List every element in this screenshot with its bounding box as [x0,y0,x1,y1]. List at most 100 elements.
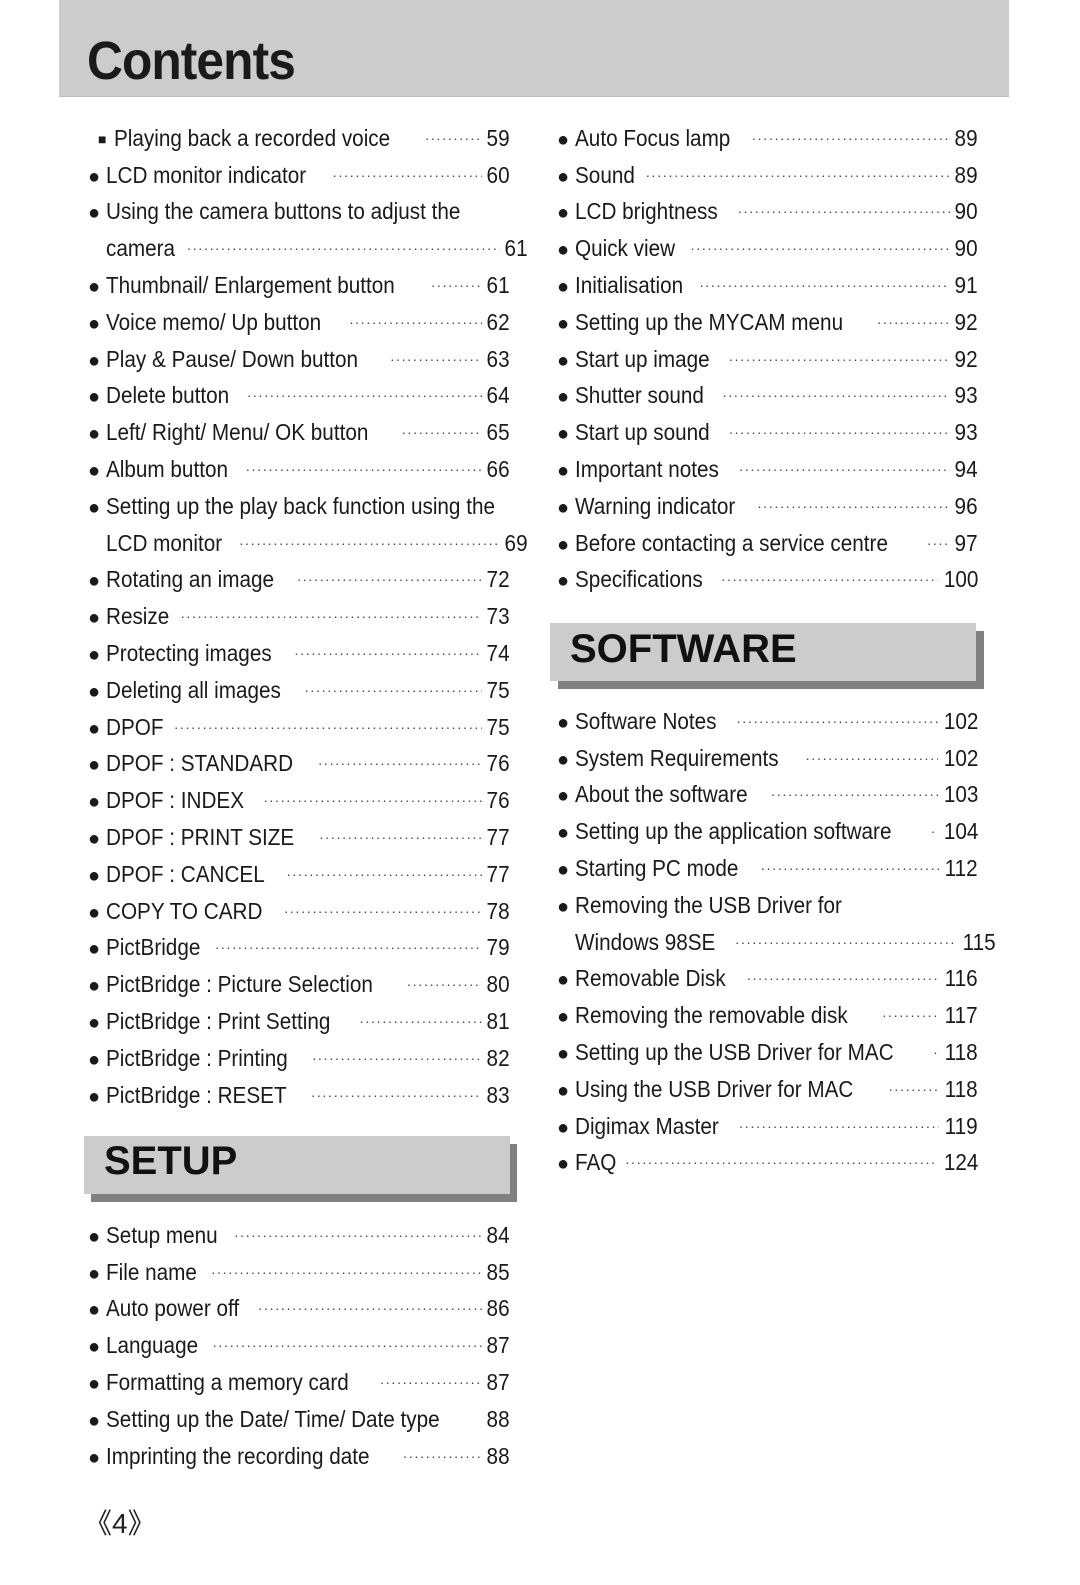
toc-entry[interactable]: ●Removing the removable disk 117 [557,997,978,1034]
toc-entry[interactable]: ●Language 87 [88,1327,510,1364]
toc-entry[interactable]: ●Shutter sound 93 [557,378,978,415]
leader-dots [877,314,951,330]
toc-entry[interactable]: ●System Requirements 102 [557,740,978,777]
toc-entry[interactable]: ●Warning indicator 96 [557,488,978,525]
toc-entry[interactable]: ●PictBridge : Printing 82 [88,1040,510,1077]
toc-entry[interactable]: ●Auto Focus lamp 89 [557,120,978,157]
leader-dots [332,167,482,183]
toc-entry[interactable]: ●Imprinting the recording date 88 [88,1438,510,1475]
circle-bullet-icon: ● [557,570,570,593]
toc-entry[interactable]: ●Starting PC mode 112 [557,850,978,887]
toc-entry[interactable]: ●Initialisation 91 [557,267,978,304]
toc-entry[interactable]: ●Setting up the MYCAM menu 92 [557,304,978,341]
toc-entry[interactable]: ●DPOF : PRINT SIZE 77 [88,819,510,856]
circle-bullet-icon: ● [88,644,101,667]
toc-entry[interactable]: ●PictBridge : RESET 83 [88,1077,510,1114]
toc-entry[interactable]: ●Rotating an image 72 [88,562,510,599]
circle-bullet-icon: ● [88,864,101,887]
circle-bullet-icon: ● [557,895,570,918]
toc-entry[interactable]: ●LCD brightness 90 [557,194,978,231]
square-bullet-icon: ■ [98,130,107,147]
leader-dots [481,1411,483,1427]
toc-entry-page: 92 [954,345,978,372]
toc-entry[interactable]: ■ Playing back a recorded voice 59 [88,120,510,157]
toc-entry[interactable]: ●Album button 66 [88,451,510,488]
circle-bullet-icon: ● [557,1079,570,1102]
toc-entry-label: Setting up the USB Driver for MAC [575,1039,894,1066]
toc-entry[interactable]: ●Using the USB Driver for MAC 118 [557,1071,978,1108]
circle-bullet-icon: ● [557,859,570,882]
leader-dots [319,829,482,845]
toc-entry[interactable]: ●Setting up the USB Driver for MAC 118 [557,1034,978,1071]
toc-entry[interactable]: ●Start up image 92 [557,341,978,378]
toc-entry[interactable]: ●Setup menu 84 [88,1217,510,1254]
toc-entry[interactable]: ●DPOF : INDEX 76 [88,782,510,819]
toc-entry[interactable]: ●Deleting all images 75 [88,672,510,709]
toc-entry-label: Setting up the application software [575,818,892,845]
circle-bullet-icon: ● [557,349,570,372]
toc-entry-page: 94 [954,456,978,483]
toc-entry[interactable]: ●Before contacting a service centre 97 [557,525,978,562]
toc-entry[interactable]: ●Thumbnail/ Enlargement button 61 [88,267,510,304]
toc-entry[interactable]: ●FAQ 124 [557,1145,978,1182]
leader-dots [738,203,951,219]
toc-entry[interactable]: ●Resize 73 [88,598,510,635]
toc-entry[interactable]: ●COPY TO CARD 78 [88,893,510,930]
leader-dots [927,535,951,551]
toc-entry[interactable]: ●DPOF : STANDARD 76 [88,746,510,783]
toc-entry[interactable]: ●LCD monitor indicator 60 [88,157,510,194]
toc-entry[interactable]: Windows 98SE 115 [557,924,996,961]
toc-entry[interactable]: ●Removable Disk 116 [557,961,978,998]
toc-entry-label: Initialisation [575,272,684,299]
toc-entry-label: File name [106,1258,197,1285]
circle-bullet-icon: ● [557,711,570,734]
toc-entry-label: DPOF : PRINT SIZE [106,824,295,851]
toc-entry[interactable]: ●Software Notes 102 [557,703,978,740]
toc-entry[interactable]: ●Formatting a memory card 87 [88,1364,510,1401]
toc-entry-label: FAQ [575,1149,617,1176]
toc-entry[interactable]: ●Left/ Right/ Menu/ OK button 65 [88,414,510,451]
toc-entry-label: About the software [575,781,748,808]
toc-entry-label: Delete button [106,382,230,409]
toc-entry-page: 85 [486,1258,510,1285]
toc-entry[interactable]: ● Removing the USB Driver for [557,887,978,924]
toc-entry-page: 115 [962,928,996,955]
toc-entry-page: 62 [486,308,510,335]
toc-entry[interactable]: ●Play & Pause/ Down button 63 [88,341,510,378]
toc-entry[interactable]: LCD monitor 69 [88,525,528,562]
toc-entry[interactable]: ●Delete button 64 [88,378,510,415]
toc-entry[interactable]: ● Setting up the play back function using… [88,488,510,525]
toc-entry[interactable]: ●Setting up the Date/ Time/ Date type 88 [88,1401,510,1438]
toc-entry[interactable]: ●About the software 103 [557,777,978,814]
toc-entry[interactable]: ●Digimax Master 119 [557,1108,978,1145]
leader-dots [239,535,500,551]
toc-entry[interactable]: ●PictBridge 79 [88,930,510,967]
toc-list-software: ●Software Notes102●System Requirements10… [557,703,996,1182]
toc-entry[interactable]: ●File name 85 [88,1254,510,1291]
page-number: 《4》 [84,1508,156,1539]
toc-entry-page: 74 [486,640,510,667]
toc-entry[interactable]: ●Start up sound 93 [557,414,978,451]
toc-entry[interactable]: ●Specifications 100 [557,562,978,599]
toc-entry[interactable]: ●PictBridge : Picture Selection 80 [88,966,510,1003]
toc-entry[interactable]: ●Quick view 90 [557,230,978,267]
toc-entry[interactable]: ●Protecting images 74 [88,635,510,672]
toc-entry[interactable]: ●PictBridge : Print Setting 81 [88,1003,510,1040]
leader-dots [212,1337,482,1353]
toc-entry-page: 81 [486,1008,510,1035]
toc-entry-page: 76 [486,750,510,777]
toc-entry[interactable]: ● Using the camera buttons to adjust the [88,194,510,231]
toc-entry-label: Auto power off [106,1295,240,1322]
toc-entry[interactable]: ●Setting up the application software 104 [557,813,978,850]
toc-entry[interactable]: ●DPOF 75 [88,709,510,746]
toc-entry[interactable]: ●Sound 89 [557,157,978,194]
toc-entry-page: 72 [486,566,510,593]
toc-entry[interactable]: camera 61 [88,230,528,267]
toc-entry[interactable]: ●Important notes 94 [557,451,978,488]
toc-entry-page: 86 [486,1295,510,1322]
toc-entry[interactable]: ●DPOF : CANCEL 77 [88,856,510,893]
toc-entry[interactable]: ●Voice memo/ Up button 62 [88,304,510,341]
leader-dots [318,755,483,771]
toc-entry-page: 88 [486,1442,510,1469]
toc-entry[interactable]: ●Auto power off 86 [88,1291,510,1328]
